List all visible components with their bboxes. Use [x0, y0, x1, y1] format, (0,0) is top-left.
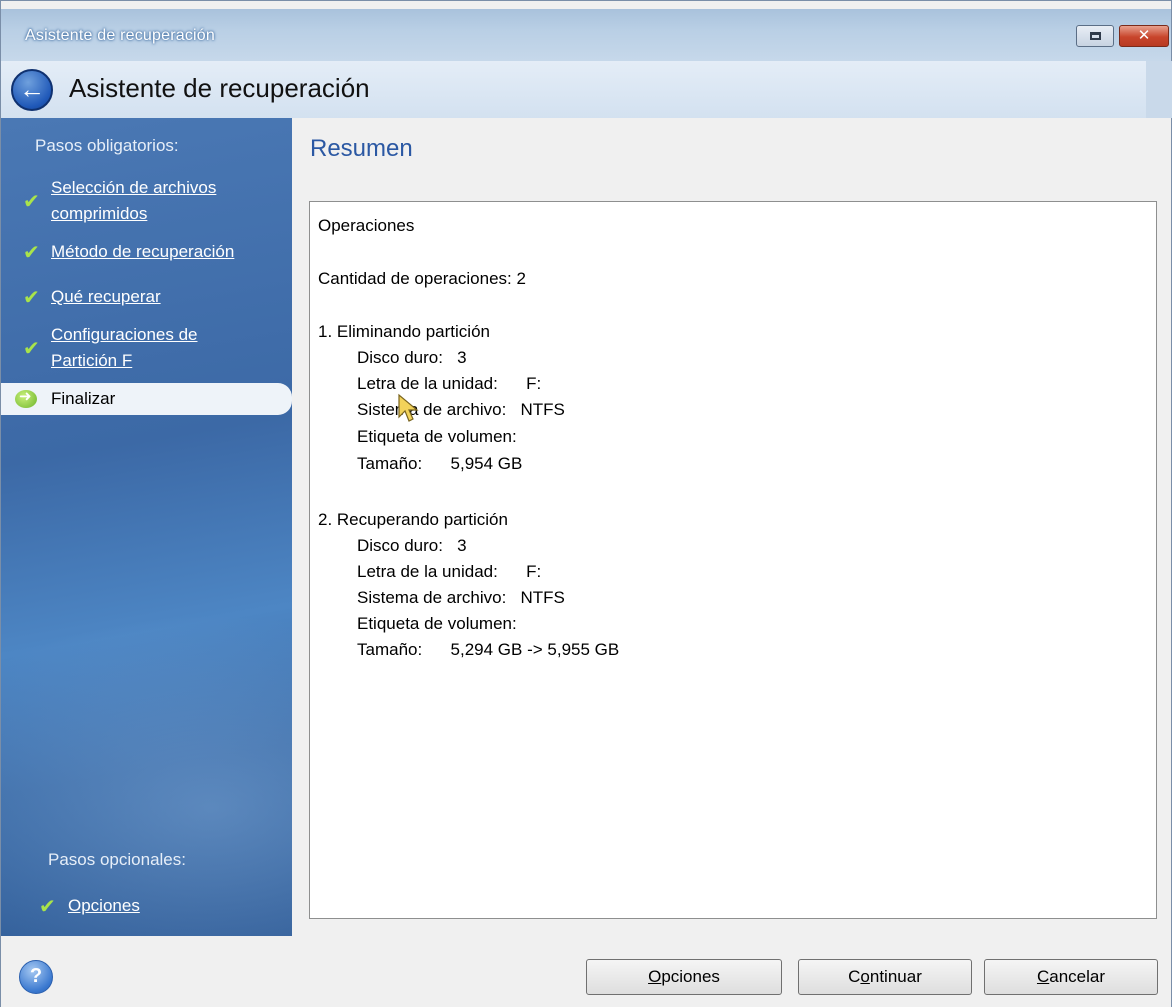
- step-label[interactable]: comprimidos: [51, 202, 147, 226]
- restore-icon: [1090, 32, 1101, 40]
- sidebar-decoration: [1, 598, 292, 936]
- operation-title: 1. Eliminando partición: [318, 322, 490, 341]
- cancel-button-label: ancelar: [1049, 967, 1106, 986]
- operation-drive-letter: Letra de la unidad: F:: [357, 374, 542, 393]
- checkmark-icon: ✔: [23, 242, 40, 264]
- continue-button-access-key: o: [860, 967, 870, 986]
- operations-count: Cantidad de operaciones: 2: [318, 269, 526, 288]
- restore-button[interactable]: [1076, 25, 1114, 47]
- options-button-label: pciones: [661, 967, 720, 986]
- sidebar-step-partition-settings[interactable]: ✔ Configuraciones de Partición F: [1, 323, 292, 375]
- close-icon: ✕: [1137, 27, 1151, 44]
- operation-size: Tamaño: 5,294 GB -> 5,955 GB: [357, 640, 620, 659]
- step-label[interactable]: Qué recuperar: [51, 285, 161, 309]
- continue-button-label: ntinuar: [869, 967, 922, 986]
- cancel-button[interactable]: Cancelar: [984, 959, 1158, 995]
- sidebar-step-recovery-method[interactable]: ✔ Método de recuperación: [1, 240, 292, 266]
- close-button[interactable]: ✕: [1119, 25, 1169, 47]
- step-label: Finalizar: [51, 389, 116, 408]
- summary-panel[interactable]: Operaciones Cantidad de operaciones: 2 1…: [309, 201, 1157, 919]
- summary-heading: Operaciones: [318, 216, 415, 235]
- operation-filesystem: Sistema de archivo: NTFS: [357, 400, 565, 419]
- required-steps-heading: Pasos obligatorios:: [35, 136, 179, 155]
- options-button[interactable]: Opciones: [586, 959, 782, 995]
- checkmark-icon: ✔: [23, 191, 40, 213]
- step-label[interactable]: Selección de archivos: [51, 176, 216, 200]
- page-title: Resumen: [310, 135, 413, 162]
- operation-volume-label: Etiqueta de volumen:: [357, 427, 517, 446]
- operation-title: 2. Recuperando partición: [318, 510, 508, 529]
- step-label[interactable]: Método de recuperación: [51, 240, 234, 264]
- back-button[interactable]: ←: [11, 69, 53, 111]
- steps-sidebar: Pasos obligatorios: ✔ Selección de archi…: [1, 118, 292, 936]
- sidebar-step-archive-selection[interactable]: ✔ Selección de archivos comprimidos: [1, 176, 292, 228]
- checkmark-icon: ✔: [23, 287, 40, 309]
- back-arrow-icon: ←: [19, 74, 45, 104]
- operation-drive-letter: Letra de la unidad: F:: [357, 562, 542, 581]
- operation-disk: Disco duro: 3: [357, 348, 467, 367]
- header-edge: [1146, 61, 1172, 118]
- wizard-header: ← Asistente de recuperación: [1, 61, 1146, 118]
- cancel-button-access-key: C: [1036, 967, 1050, 986]
- window-title: Asistente de recuperación: [25, 27, 215, 44]
- step-label[interactable]: Partición F: [51, 349, 132, 373]
- optional-steps-heading: Pasos opcionales:: [48, 850, 186, 869]
- options-button-access-key: O: [648, 967, 662, 986]
- recovery-wizard-window: Asistente de recuperación ✕ ← Asistente …: [0, 0, 1172, 1007]
- title-bar[interactable]: Asistente de recuperación ✕: [1, 9, 1171, 61]
- sidebar-step-options[interactable]: ✔ Opciones: [1, 894, 292, 920]
- operation-size: Tamaño: 5,954 GB: [357, 454, 523, 473]
- sidebar-step-what-to-recover[interactable]: ✔ Qué recuperar: [1, 285, 292, 311]
- operation-disk: Disco duro: 3: [357, 536, 467, 555]
- current-step-arrow-icon: ➜: [15, 388, 37, 408]
- checkmark-icon: ✔: [39, 896, 56, 918]
- step-label[interactable]: Configuraciones de: [51, 323, 197, 347]
- mouse-cursor-icon: [398, 393, 419, 422]
- step-label[interactable]: Opciones: [68, 894, 140, 918]
- wizard-title: Asistente de recuperación: [69, 73, 370, 103]
- continue-button-label-start: C: [848, 967, 861, 986]
- operation-volume-label: Etiqueta de volumen:: [357, 614, 517, 633]
- continue-button[interactable]: Continuar: [798, 959, 972, 995]
- help-icon[interactable]: ?: [19, 960, 53, 994]
- sidebar-step-finish[interactable]: ➜ Finalizar: [1, 383, 292, 415]
- operation-filesystem: Sistema de archivo: NTFS: [357, 588, 565, 607]
- checkmark-icon: ✔: [23, 338, 40, 360]
